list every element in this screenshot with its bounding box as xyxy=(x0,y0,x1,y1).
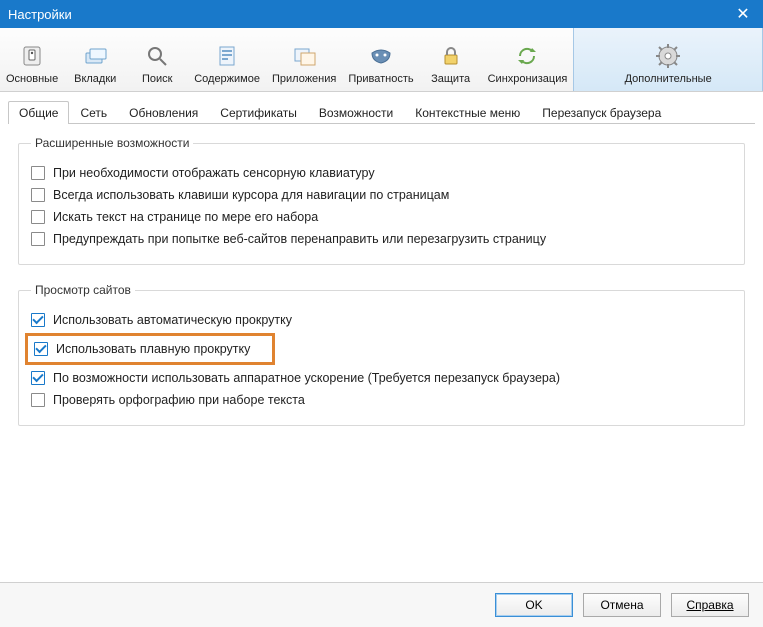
checkbox-label: Предупреждать при попытке веб-сайтов пер… xyxy=(53,232,546,246)
group-advanced-caps: Расширенные возможности При необходимост… xyxy=(18,136,745,265)
checkbox-label: При необходимости отображать сенсорную к… xyxy=(53,166,375,180)
close-icon: ✕ xyxy=(736,4,749,24)
group-browsing: Просмотр сайтов Использовать автоматичес… xyxy=(18,283,745,426)
checkbox[interactable] xyxy=(31,210,45,224)
tab-certs[interactable]: Сертификаты xyxy=(209,101,308,124)
checkbox[interactable] xyxy=(31,393,45,407)
checkbox[interactable] xyxy=(31,371,45,385)
titlebar: Настройки ✕ xyxy=(0,0,763,28)
toolbar-item-search[interactable]: Поиск xyxy=(126,28,188,91)
group-legend: Просмотр сайтов xyxy=(31,283,135,297)
window-title: Настройки xyxy=(8,7,723,22)
ok-button[interactable]: OK xyxy=(495,593,573,617)
gear-icon xyxy=(654,42,682,70)
checkbox[interactable] xyxy=(31,313,45,327)
toolbar-label: Вкладки xyxy=(74,73,116,85)
toolbar-label: Поиск xyxy=(142,73,172,85)
checkbox-label: Использовать плавную прокрутку xyxy=(56,342,250,356)
tab-restart[interactable]: Перезапуск браузера xyxy=(531,101,672,124)
category-toolbar: Основные Вкладки Поиск Содержимое Прилож… xyxy=(0,28,763,92)
page-icon xyxy=(213,42,241,70)
toolbar-item-general[interactable]: Основные xyxy=(0,28,64,91)
checkbox-row[interactable]: Всегда использовать клавиши курсора для … xyxy=(31,184,732,206)
checkbox-row[interactable]: При необходимости отображать сенсорную к… xyxy=(31,162,732,184)
checkbox-row[interactable]: Использовать автоматическую прокрутку xyxy=(31,309,732,331)
checkbox-row[interactable]: Предупреждать при попытке веб-сайтов пер… xyxy=(31,228,732,250)
tab-context[interactable]: Контекстные меню xyxy=(404,101,531,124)
toolbar-label: Приложения xyxy=(272,73,336,85)
checkbox-row[interactable]: Проверять орфографию при наборе текста xyxy=(31,389,732,411)
group-legend: Расширенные возможности xyxy=(31,136,193,150)
tabs-icon xyxy=(81,42,109,70)
lock-icon xyxy=(437,42,465,70)
tab-updates[interactable]: Обновления xyxy=(118,101,209,124)
search-icon xyxy=(143,42,171,70)
checkbox-label: По возможности использовать аппаратное у… xyxy=(53,371,560,385)
tab-capabilities[interactable]: Возможности xyxy=(308,101,404,124)
toolbar-item-content[interactable]: Содержимое xyxy=(188,28,266,91)
cancel-button[interactable]: Отмена xyxy=(583,593,661,617)
highlight-annotation: Использовать плавную прокрутку xyxy=(25,333,275,365)
checkbox-label: Проверять орфографию при наборе текста xyxy=(53,393,305,407)
help-button-label: Справка xyxy=(686,598,733,612)
toolbar-label: Синхронизация xyxy=(488,73,568,85)
close-button[interactable]: ✕ xyxy=(723,0,763,28)
checkbox[interactable] xyxy=(31,166,45,180)
toolbar-label: Защита xyxy=(431,73,470,85)
apps-icon xyxy=(290,42,318,70)
dialog-footer: OK Отмена Справка xyxy=(0,582,763,627)
toolbar-item-advanced[interactable]: Дополнительные xyxy=(573,28,763,91)
mask-icon xyxy=(367,42,395,70)
toolbar-item-security[interactable]: Защита xyxy=(420,28,482,91)
checkbox[interactable] xyxy=(31,232,45,246)
checkbox-label: Искать текст на странице по мере его наб… xyxy=(53,210,318,224)
toolbar-label: Дополнительные xyxy=(625,73,712,85)
switch-icon xyxy=(18,42,46,70)
toolbar-item-sync[interactable]: Синхронизация xyxy=(482,28,574,91)
tab-network[interactable]: Сеть xyxy=(69,101,118,124)
subtab-row: Общие Сеть Обновления Сертификаты Возмож… xyxy=(8,100,755,124)
checkbox[interactable] xyxy=(31,188,45,202)
checkbox-label: Всегда использовать клавиши курсора для … xyxy=(53,188,449,202)
toolbar-item-tabs[interactable]: Вкладки xyxy=(64,28,126,91)
tab-common[interactable]: Общие xyxy=(8,101,69,124)
toolbar-label: Приватность xyxy=(348,73,413,85)
toolbar-item-apps[interactable]: Приложения xyxy=(266,28,342,91)
checkbox-row[interactable]: Искать текст на странице по мере его наб… xyxy=(31,206,732,228)
tab-content: Расширенные возможности При необходимост… xyxy=(0,124,763,582)
sync-icon xyxy=(513,42,541,70)
toolbar-item-privacy[interactable]: Приватность xyxy=(342,28,419,91)
toolbar-label: Основные xyxy=(6,73,58,85)
checkbox-row[interactable]: По возможности использовать аппаратное у… xyxy=(31,367,732,389)
checkbox-row-smooth-scroll[interactable]: Использовать плавную прокрутку xyxy=(34,342,266,356)
help-button[interactable]: Справка xyxy=(671,593,749,617)
checkbox-label: Использовать автоматическую прокрутку xyxy=(53,313,292,327)
checkbox[interactable] xyxy=(34,342,48,356)
toolbar-label: Содержимое xyxy=(194,73,260,85)
